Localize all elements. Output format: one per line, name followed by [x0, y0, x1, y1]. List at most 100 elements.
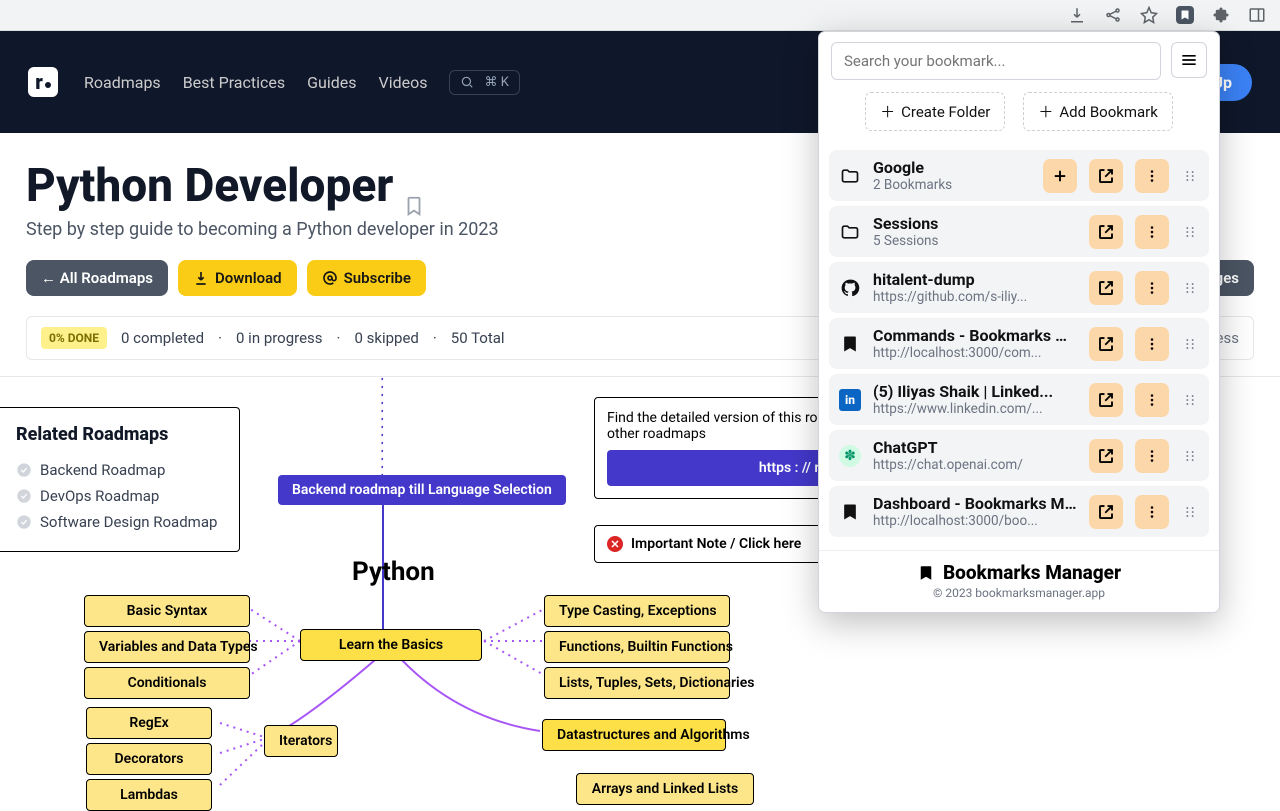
site-logo[interactable]: r [28, 67, 58, 97]
check-icon [16, 462, 32, 478]
panel-icon[interactable] [1248, 6, 1266, 24]
extensions-icon[interactable] [1212, 6, 1230, 24]
related-item[interactable]: Backend Roadmap [16, 457, 219, 483]
item-subtitle: https://chat.openai.com/ [873, 457, 1077, 473]
open-button[interactable] [1089, 271, 1123, 305]
bookmark-item[interactable]: hitalent-dumphttps://github.com/s-iliy..… [829, 262, 1209, 313]
diagram-node[interactable]: Type Casting, Exceptions [544, 595, 730, 627]
diagram-node[interactable]: RegEx [86, 707, 212, 739]
add-bookmark-button[interactable]: ＋Add Bookmark [1023, 92, 1173, 131]
subscribe-label: Subscribe [344, 269, 411, 287]
nav-guides[interactable]: Guides [307, 73, 356, 92]
item-subtitle: 5 Sessions [873, 233, 1077, 249]
download-label: Download [215, 269, 282, 287]
item-title: Dashboard - Bookmarks Man... [873, 494, 1077, 513]
search-shortcut[interactable]: ⌘ K [449, 70, 519, 95]
open-button[interactable] [1089, 215, 1123, 249]
diagram-title: Python [352, 557, 435, 587]
diagram-node[interactable]: Lambdas [86, 779, 212, 811]
arrays-node[interactable]: Arrays and Linked Lists [576, 773, 754, 805]
drag-handle[interactable] [1181, 504, 1199, 520]
more-button[interactable] [1135, 271, 1169, 305]
item-title: Google [873, 158, 1031, 177]
drag-handle[interactable] [1181, 168, 1199, 184]
diagram-node[interactable]: Variables and Data Types [84, 631, 250, 663]
all-roadmaps-button[interactable]: ← All Roadmaps [26, 260, 168, 296]
datastructures-node[interactable]: Datastructures and Algorithms [542, 719, 726, 751]
share-icon[interactable] [1104, 6, 1122, 24]
search-icon [460, 75, 474, 89]
item-icon [839, 333, 861, 355]
bookmarks-extension-icon[interactable] [1176, 6, 1194, 24]
more-button[interactable] [1135, 439, 1169, 473]
drag-handle[interactable] [1181, 224, 1199, 240]
item-subtitle: https://github.com/s-iliy... [873, 289, 1077, 305]
nav-links: Roadmaps Best Practices Guides Videos [84, 73, 427, 92]
item-title: Sessions [873, 214, 1077, 233]
diagram-node[interactable]: Decorators [86, 743, 212, 775]
bookmark-outline-icon[interactable] [403, 175, 425, 197]
bookmark-list: Google2 BookmarksSessions5 Sessionshital… [819, 145, 1219, 550]
diagram-node[interactable]: Functions, Builtin Functions [544, 631, 730, 663]
create-folder-label: Create Folder [901, 103, 990, 121]
bookmark-item[interactable]: in(5) Iliyas Shaik | Linked...https://ww… [829, 374, 1209, 425]
open-button[interactable] [1089, 383, 1123, 417]
diagram-node[interactable]: Basic Syntax [84, 595, 250, 627]
diagram-node[interactable]: Conditionals [84, 667, 250, 699]
drag-handle[interactable] [1181, 336, 1199, 352]
more-button[interactable] [1135, 215, 1169, 249]
drag-handle[interactable] [1181, 392, 1199, 408]
drag-handle[interactable] [1181, 448, 1199, 464]
popup-footer: Bookmarks Manager © 2023 bookmarksmanage… [819, 550, 1219, 612]
item-subtitle: 2 Bookmarks [873, 177, 1031, 193]
download-icon[interactable] [1068, 6, 1086, 24]
diagram-node[interactable]: Lists, Tuples, Sets, Dictionaries [544, 667, 730, 699]
completed-count: 0 completed [121, 329, 204, 347]
backend-roadmap-node[interactable]: Backend roadmap till Language Selection [278, 475, 566, 505]
related-heading: Related Roadmaps [16, 424, 219, 445]
download-arrow-icon [193, 270, 209, 286]
create-folder-button[interactable]: ＋Create Folder [865, 92, 1005, 131]
more-button[interactable] [1135, 159, 1169, 193]
more-button[interactable] [1135, 495, 1169, 529]
bookmark-item[interactable]: Commands - Bookmarks Mana...http://local… [829, 318, 1209, 369]
subscribe-button[interactable]: Subscribe [307, 260, 426, 296]
menu-button[interactable] [1171, 42, 1207, 78]
item-subtitle: https://www.linkedin.com/... [873, 401, 1077, 417]
open-button[interactable] [1089, 495, 1123, 529]
nav-best-practices[interactable]: Best Practices [183, 73, 285, 92]
nav-videos[interactable]: Videos [379, 73, 428, 92]
at-icon [322, 270, 338, 286]
browser-chrome-bar [0, 0, 1280, 31]
hamburger-icon [1179, 50, 1199, 70]
open-button[interactable] [1089, 159, 1123, 193]
important-note-box[interactable]: ✕ Important Note / Click here [594, 525, 824, 563]
learn-basics-node[interactable]: Learn the Basics [300, 629, 482, 661]
nav-roadmaps[interactable]: Roadmaps [84, 73, 161, 92]
more-button[interactable] [1135, 383, 1169, 417]
page-title-text: Python Developer [26, 159, 393, 213]
star-icon[interactable] [1140, 6, 1158, 24]
bookmark-item[interactable]: Google2 Bookmarks [829, 150, 1209, 201]
add-to-folder-button[interactable] [1043, 159, 1077, 193]
drag-handle[interactable] [1181, 280, 1199, 296]
bookmarks-popup: ＋Create Folder ＋Add Bookmark Google2 Boo… [818, 31, 1220, 613]
note-text: Important Note / Click here [631, 536, 801, 552]
related-item[interactable]: Software Design Roadmap [16, 509, 219, 535]
inprogress-count: 0 in progress [236, 329, 323, 347]
search-input[interactable] [831, 42, 1161, 80]
open-button[interactable] [1089, 327, 1123, 361]
download-button[interactable]: Download [178, 260, 297, 296]
open-button[interactable] [1089, 439, 1123, 473]
bookmark-item[interactable]: Dashboard - Bookmarks Man...http://local… [829, 486, 1209, 537]
bookmark-item[interactable]: Sessions5 Sessions [829, 206, 1209, 257]
iterators-node[interactable]: Iterators [264, 725, 338, 757]
check-icon [16, 514, 32, 530]
item-title: Commands - Bookmarks Mana... [873, 326, 1077, 345]
more-button[interactable] [1135, 327, 1169, 361]
item-icon [839, 221, 861, 243]
related-item[interactable]: DevOps Roadmap [16, 483, 219, 509]
item-icon: in [839, 389, 861, 411]
check-icon [16, 488, 32, 504]
bookmark-item[interactable]: ✽ChatGPThttps://chat.openai.com/ [829, 430, 1209, 481]
